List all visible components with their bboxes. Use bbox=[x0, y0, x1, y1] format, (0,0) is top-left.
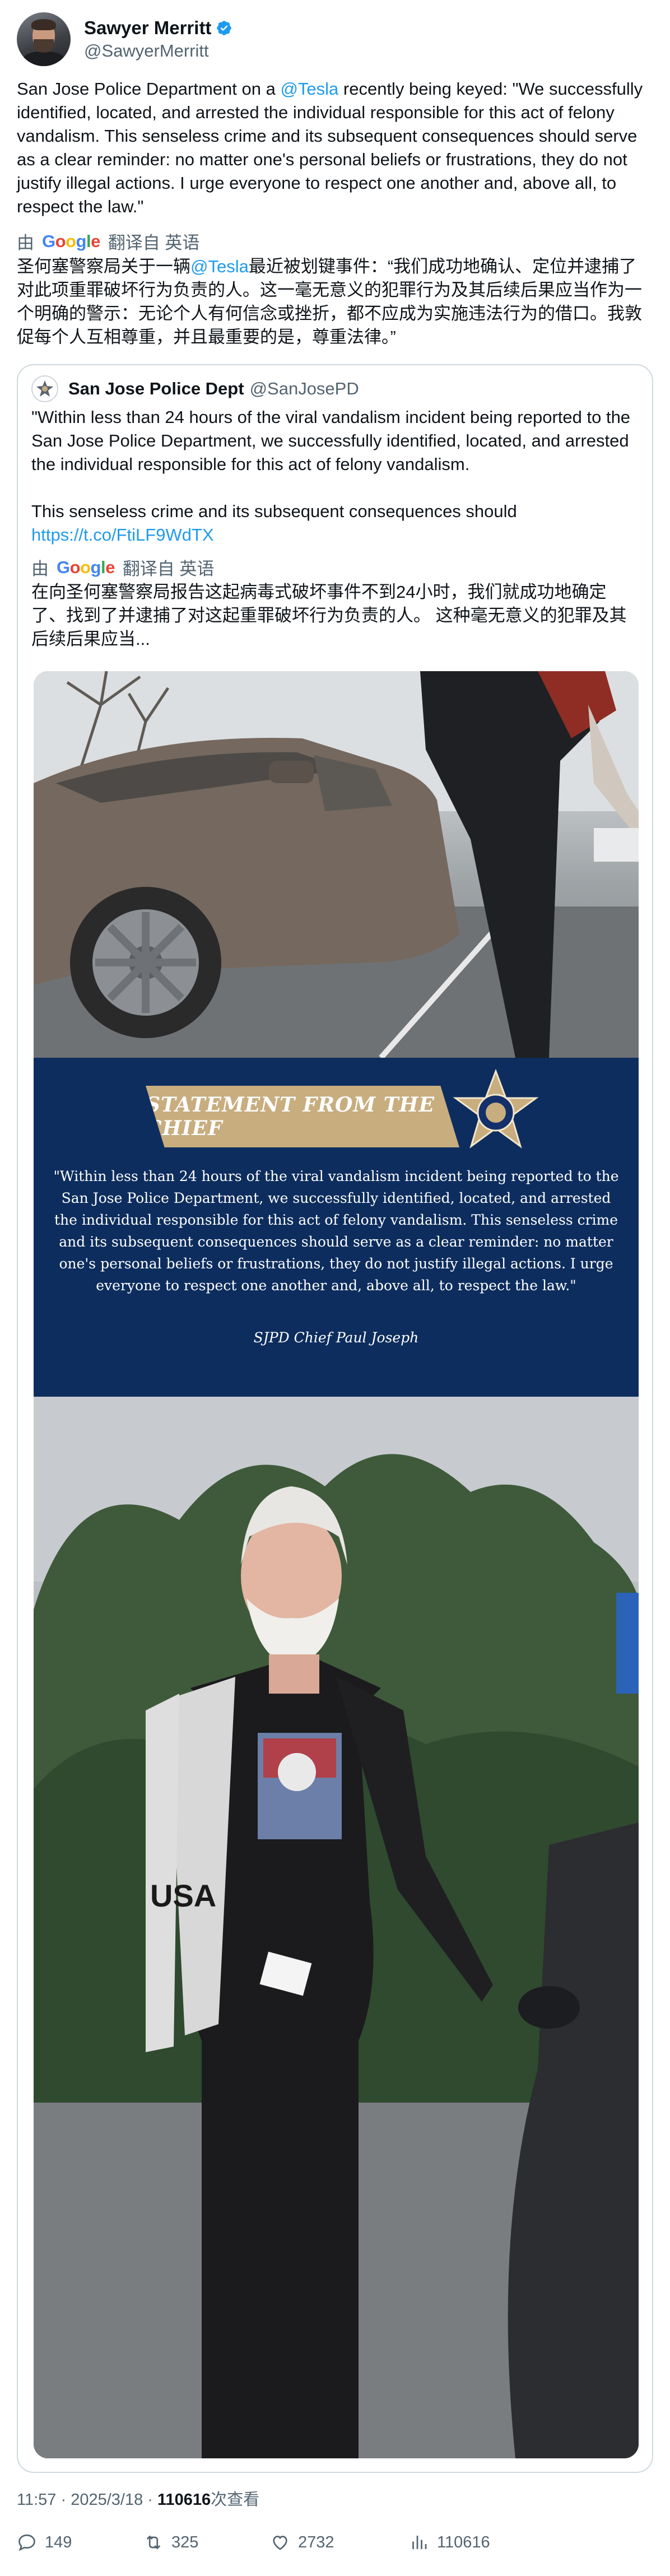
google-logo: Google bbox=[57, 557, 115, 577]
quoted-author-name[interactable]: San Jose Police Dept bbox=[68, 379, 244, 399]
quoted-short-link[interactable]: https://t.co/FtiLF9WdTX bbox=[31, 525, 214, 545]
like-button[interactable]: 2732 bbox=[270, 2532, 334, 2552]
police-badge-icon bbox=[36, 380, 53, 397]
reply-button[interactable]: 149 bbox=[17, 2532, 72, 2552]
translated-text: 圣何塞警察局关于一辆@Tesla最近被划键事件：“我们成功地确认、定位并逮捕了对… bbox=[17, 255, 653, 349]
tweet-action-bar: 149 325 2732 110616 bbox=[17, 2532, 653, 2566]
quoted-translated-from-label: 翻译自 英语 bbox=[122, 559, 215, 579]
statement-banner-title: STATEMENT FROM THE CHIEF bbox=[146, 1093, 435, 1140]
tweet-text: San Jose Police Department on a @Tesla r… bbox=[17, 77, 653, 218]
views-button[interactable]: 110616 bbox=[409, 2532, 490, 2552]
translated-by-label: 由 bbox=[17, 233, 34, 253]
translated-mention-link[interactable]: @Tesla bbox=[190, 257, 249, 276]
statement-quote: "Within less than 24 hours of the viral … bbox=[53, 1168, 619, 1294]
tweet-header: Sawyer Merritt @SawyerMerritt bbox=[17, 11, 232, 67]
tweet-views-count: 110616 bbox=[157, 2491, 211, 2509]
repost-icon bbox=[146, 2535, 161, 2550]
quoted-media-image[interactable]: STATEMENT FROM THE CHIEF "Within less th… bbox=[34, 671, 639, 2458]
quoted-text: "Within less than 24 hours of the viral … bbox=[31, 406, 641, 547]
sjpd-badge-avatar[interactable] bbox=[31, 375, 58, 402]
tweet-text-part: recently being keyed: "We successfully i… bbox=[17, 79, 648, 216]
google-logo: Google bbox=[42, 231, 100, 251]
quoted-translation-attribution[interactable]: 由 Google 翻译自 英语 bbox=[31, 555, 214, 580]
quoted-translated-text: 在向圣何塞警察局报告这起病毒式破坏事件不到24小时，我们就成功地确定了、找到了并… bbox=[31, 582, 627, 649]
shirt-text: USA bbox=[150, 1878, 216, 1913]
sjpd-star-badge-icon bbox=[453, 1069, 539, 1148]
quoted-text-body: "Within less than 24 hours of the viral … bbox=[31, 407, 631, 521]
chief-statement-panel: STATEMENT FROM THE CHIEF "Within less th… bbox=[34, 1058, 639, 1397]
tweet-views-label: 次查看 bbox=[211, 2491, 260, 2509]
tweet-timestamp[interactable]: 11:57 · 2025/3/18 · bbox=[17, 2491, 157, 2509]
tweet-text-part: San Jose Police Department on a bbox=[17, 79, 281, 99]
author-handle[interactable]: @SawyerMerritt bbox=[84, 41, 232, 61]
statement-signature: SJPD Chief Paul Joseph bbox=[253, 1329, 419, 1346]
analytics-icon bbox=[412, 2536, 427, 2549]
reply-icon bbox=[18, 2534, 35, 2551]
repost-count: 325 bbox=[171, 2533, 199, 2551]
tweet-meta: 11:57 · 2025/3/18 · 110616次查看 bbox=[17, 2486, 259, 2510]
quoted-translated-by-label: 由 bbox=[31, 559, 49, 579]
verified-badge-icon bbox=[217, 21, 232, 35]
suspect-photo: USA bbox=[34, 1397, 639, 2458]
quoted-author: San Jose Police Dept @SanJosePD bbox=[31, 375, 359, 402]
quoted-tweet-card[interactable]: San Jose Police Dept @SanJosePD "Within … bbox=[17, 364, 653, 2473]
author-avatar[interactable] bbox=[17, 12, 71, 66]
translated-from-label: 翻译自 英语 bbox=[108, 233, 200, 253]
quoted-author-handle[interactable]: @SanJosePD bbox=[250, 379, 359, 399]
like-count: 2732 bbox=[298, 2533, 334, 2551]
translation-attribution[interactable]: 由 Google 翻译自 英语 bbox=[17, 229, 199, 254]
mention-link[interactable]: @Tesla bbox=[280, 79, 338, 99]
heart-icon bbox=[273, 2536, 287, 2550]
repost-button[interactable]: 325 bbox=[143, 2532, 198, 2552]
translated-text-part: 圣何塞警察局关于一辆 bbox=[17, 257, 190, 276]
author-names: Sawyer Merritt @SawyerMerritt bbox=[84, 17, 232, 61]
views-count: 110616 bbox=[437, 2533, 490, 2551]
statement-banner: STATEMENT FROM THE CHIEF bbox=[146, 1086, 459, 1147]
bodycam-photo-car bbox=[34, 671, 639, 1058]
reply-count: 149 bbox=[45, 2533, 72, 2551]
author-name[interactable]: Sawyer Merritt bbox=[84, 17, 211, 39]
